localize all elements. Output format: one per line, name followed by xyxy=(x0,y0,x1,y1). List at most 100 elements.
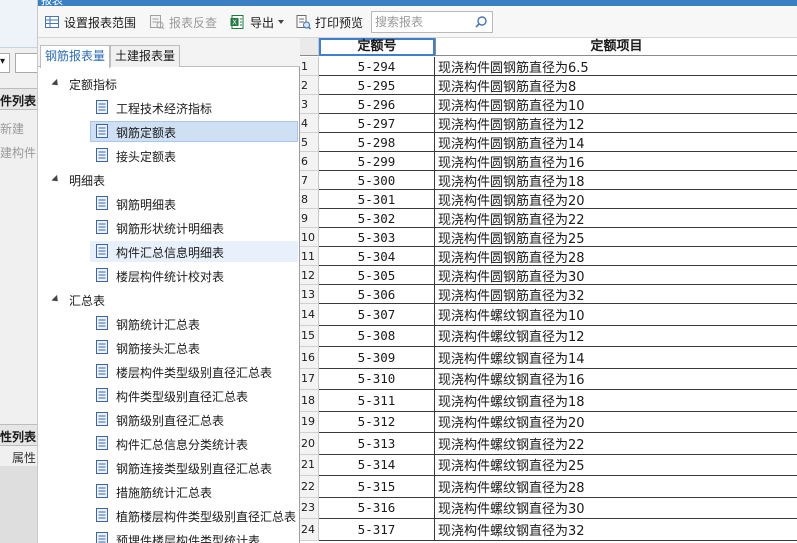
row-number[interactable]: 10 xyxy=(300,228,319,247)
cell-quota-item[interactable]: 现浇构件圆钢筋直径为16 xyxy=(435,152,797,171)
row-number[interactable]: 9 xyxy=(300,209,319,228)
cell-quota-item[interactable]: 现浇构件圆钢筋直径为30 xyxy=(435,266,797,285)
column-header-quota-code[interactable]: 定额号 xyxy=(319,38,435,56)
table-row[interactable]: 1 5-294 现浇构件圆钢筋直径为6.5 xyxy=(300,57,797,76)
tree-item-hovered[interactable]: 构件汇总信息明细表 xyxy=(38,241,299,262)
cell-quota-item[interactable]: 现浇构件圆钢筋直径为14 xyxy=(435,133,797,152)
tree-item[interactable]: 工程技术经济指标 xyxy=(38,97,299,118)
table-row[interactable]: 15 5-308 现浇构件螺纹钢直径为12 xyxy=(300,325,797,347)
expand-arrow-icon[interactable] xyxy=(51,78,61,89)
table-row[interactable]: 12 5-305 现浇构件圆钢筋直径为30 xyxy=(300,266,797,285)
cell-quota-item[interactable]: 现浇构件圆钢筋直径为25 xyxy=(435,228,797,247)
tree-item[interactable]: 钢筋明细表 xyxy=(38,193,299,214)
tree-item[interactable]: 构件类型级别直径汇总表 xyxy=(38,385,299,406)
cell-quota-item[interactable]: 现浇构件螺纹钢直径为30 xyxy=(435,498,797,519)
cell-quota-item[interactable]: 现浇构件螺纹钢直径为22 xyxy=(435,433,797,455)
table-row[interactable]: 13 5-306 现浇构件圆钢筋直径为32 xyxy=(300,285,797,304)
cell-quota-item[interactable]: 现浇构件螺纹钢直径为10 xyxy=(435,304,797,326)
cell-quota-code[interactable]: 5-301 xyxy=(319,190,435,209)
cell-quota-item[interactable]: 现浇构件螺纹钢直径为20 xyxy=(435,412,797,433)
export-button[interactable]: X 导出 xyxy=(230,12,285,32)
row-number[interactable]: 22 xyxy=(300,476,319,498)
row-number[interactable]: 5 xyxy=(300,133,319,152)
tree-item[interactable]: 植筋楼层构件类型级别直径汇总表 xyxy=(38,505,299,526)
cell-quota-code[interactable]: 5-304 xyxy=(319,247,435,266)
row-number[interactable]: 23 xyxy=(300,497,319,519)
grid-corner[interactable] xyxy=(300,38,319,56)
background-combo-2[interactable] xyxy=(15,53,37,73)
cell-quota-item[interactable]: 现浇构件圆钢筋直径为22 xyxy=(435,209,797,228)
table-row[interactable]: 4 5-297 现浇构件圆钢筋直径为12 xyxy=(300,114,797,133)
cell-quota-code[interactable]: 5-306 xyxy=(319,285,435,304)
cell-quota-code[interactable]: 5-316 xyxy=(319,497,435,519)
cell-quota-code[interactable]: 5-312 xyxy=(319,411,435,433)
cell-quota-code[interactable]: 5-295 xyxy=(319,76,435,95)
cell-quota-code[interactable]: 5-294 xyxy=(319,57,435,76)
row-number[interactable]: 16 xyxy=(300,347,319,369)
search-icon[interactable] xyxy=(474,15,488,29)
tree-item[interactable]: 接头定额表 xyxy=(38,145,299,166)
background-new-button[interactable]: 新建 xyxy=(0,120,24,137)
cell-quota-item[interactable]: 现浇构件螺纹钢直径为18 xyxy=(435,390,797,412)
cell-quota-code[interactable]: 5-302 xyxy=(319,209,435,228)
row-number[interactable]: 12 xyxy=(300,266,319,285)
row-number[interactable]: 15 xyxy=(300,325,319,347)
cell-quota-code[interactable]: 5-296 xyxy=(319,95,435,114)
expand-arrow-icon[interactable] xyxy=(51,174,61,185)
set-report-range-button[interactable]: 设置报表范围 xyxy=(44,12,136,32)
print-preview-button[interactable]: 打印预览 xyxy=(295,12,363,32)
cell-quota-item[interactable]: 现浇构件圆钢筋直径为10 xyxy=(435,95,797,114)
row-number[interactable]: 11 xyxy=(300,247,319,266)
cell-quota-code[interactable]: 5-298 xyxy=(319,133,435,152)
cell-quota-item[interactable]: 现浇构件螺纹钢直径为32 xyxy=(435,519,797,541)
cell-quota-code[interactable]: 5-299 xyxy=(319,152,435,171)
tab-rebar-report[interactable]: 钢筋报表量 xyxy=(40,45,111,68)
row-number[interactable]: 20 xyxy=(300,433,319,455)
expand-arrow-icon[interactable] xyxy=(51,294,61,305)
cell-quota-item[interactable]: 现浇构件螺纹钢直径为12 xyxy=(435,326,797,347)
table-row[interactable]: 3 5-296 现浇构件圆钢筋直径为10 xyxy=(300,95,797,114)
table-row[interactable]: 14 5-307 现浇构件螺纹钢直径为10 xyxy=(300,304,797,326)
cell-quota-item[interactable]: 现浇构件螺纹钢直径为25 xyxy=(435,455,797,476)
cell-quota-code[interactable]: 5-315 xyxy=(319,476,435,498)
cell-quota-code[interactable]: 5-303 xyxy=(319,228,435,247)
row-number[interactable]: 14 xyxy=(300,304,319,326)
row-number[interactable]: 19 xyxy=(300,411,319,433)
table-row[interactable]: 20 5-313 现浇构件螺纹钢直径为22 xyxy=(300,433,797,455)
table-row[interactable]: 21 5-314 现浇构件螺纹钢直径为25 xyxy=(300,454,797,476)
table-row[interactable]: 2 5-295 现浇构件圆钢筋直径为8 xyxy=(300,76,797,95)
cell-quota-code[interactable]: 5-308 xyxy=(319,325,435,347)
table-row[interactable]: 9 5-302 现浇构件圆钢筋直径为22 xyxy=(300,209,797,228)
cell-quota-code[interactable]: 5-297 xyxy=(319,114,435,133)
table-row[interactable]: 11 5-304 现浇构件圆钢筋直径为28 xyxy=(300,247,797,266)
row-number[interactable]: 7 xyxy=(300,171,319,190)
tree-item[interactable]: 钢筋形状统计明细表 xyxy=(38,217,299,238)
table-row[interactable]: 7 5-300 现浇构件圆钢筋直径为18 xyxy=(300,171,797,190)
table-row[interactable]: 16 5-309 现浇构件螺纹钢直径为14 xyxy=(300,347,797,369)
tree-group-detail[interactable]: 明细表 xyxy=(38,168,299,192)
row-number[interactable]: 1 xyxy=(300,57,319,76)
cell-quota-item[interactable]: 现浇构件圆钢筋直径为20 xyxy=(435,190,797,209)
tree-item[interactable]: 钢筋级别直径汇总表 xyxy=(38,409,299,430)
cell-quota-item[interactable]: 现浇构件圆钢筋直径为8 xyxy=(435,76,797,95)
tree-item[interactable]: 钢筋统计汇总表 xyxy=(38,313,299,334)
tree-item[interactable]: 楼层构件统计校对表 xyxy=(38,265,299,286)
tree-item[interactable]: 楼层构件类型级别直径汇总表 xyxy=(38,361,299,382)
row-number[interactable]: 24 xyxy=(300,519,319,541)
table-row[interactable]: 8 5-301 现浇构件圆钢筋直径为20 xyxy=(300,190,797,209)
column-header-quota-item[interactable]: 定额项目 xyxy=(435,38,797,56)
cell-quota-code[interactable]: 5-300 xyxy=(319,171,435,190)
cell-quota-code[interactable]: 5-309 xyxy=(319,347,435,369)
search-input[interactable] xyxy=(375,14,471,30)
cell-quota-code[interactable]: 5-317 xyxy=(319,519,435,541)
cell-quota-code[interactable]: 5-313 xyxy=(319,433,435,455)
cell-quota-code[interactable]: 5-305 xyxy=(319,266,435,285)
table-row[interactable]: 19 5-312 现浇构件螺纹钢直径为20 xyxy=(300,411,797,433)
table-row[interactable]: 22 5-315 现浇构件螺纹钢直径为28 xyxy=(300,476,797,498)
cell-quota-item[interactable]: 现浇构件圆钢筋直径为18 xyxy=(435,171,797,190)
table-row[interactable]: 18 5-311 现浇构件螺纹钢直径为18 xyxy=(300,390,797,412)
cell-quota-item[interactable]: 现浇构件螺纹钢直径为16 xyxy=(435,369,797,390)
table-row[interactable]: 17 5-310 现浇构件螺纹钢直径为16 xyxy=(300,368,797,390)
row-number[interactable]: 13 xyxy=(300,285,319,304)
table-row[interactable]: 6 5-299 现浇构件圆钢筋直径为16 xyxy=(300,152,797,171)
